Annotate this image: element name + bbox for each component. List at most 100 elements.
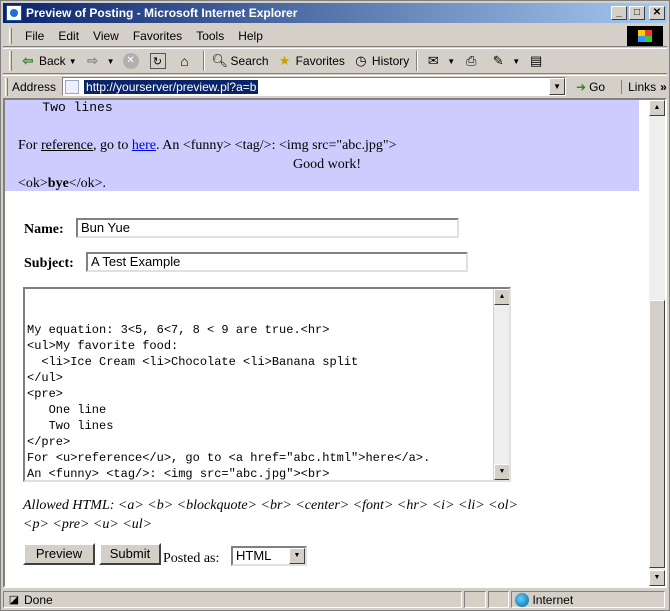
preview-button[interactable]: Preview (23, 543, 95, 565)
menu-edit[interactable]: Edit (51, 29, 86, 43)
preview-bold-text: bye (47, 176, 69, 191)
status-cell (487, 591, 510, 608)
stop-button[interactable]: ✕ (119, 50, 146, 72)
preview-link-line: For reference, go to here. An <funny> <t… (18, 138, 397, 154)
standard-toolbar: ⇦ Back ▼ ⇨ ▼ ✕ ↻ ⌂ 🔍︎ Search ★ Favorites… (3, 48, 667, 74)
allowed-html-note: Allowed HTML: <a> <b> <blockquote> <br> … (23, 496, 523, 534)
minimize-button[interactable]: _ (611, 6, 627, 20)
address-grip (5, 77, 8, 96)
message-text: My equation: 3<5, 6<7, 8 < 9 are true.<h… (27, 323, 431, 481)
refresh-icon: ↻ (149, 53, 166, 69)
address-dropdown-icon[interactable]: ▼ (549, 78, 566, 95)
page-done-icon: ◪ (8, 593, 20, 606)
address-input[interactable]: http://yourserver/preview.pl?a=b ▼ (62, 77, 567, 96)
zone-cell: Internet (511, 591, 665, 608)
maximize-button[interactable]: □ (629, 6, 645, 20)
menu-tools[interactable]: Tools (189, 29, 231, 43)
back-button[interactable]: ⇦ Back ▼ (16, 50, 81, 72)
status-text: Done (24, 592, 53, 607)
favorites-button[interactable]: ★ Favorites (273, 50, 349, 72)
history-button[interactable]: ◷ History (349, 50, 413, 72)
preview-here-link[interactable]: here (132, 138, 156, 153)
posted-as-label: Posted as: (163, 551, 220, 566)
address-url[interactable]: http://yourserver/preview.pl?a=b (84, 79, 259, 94)
posted-as-value: HTML (236, 548, 272, 563)
menu-grip (9, 27, 12, 44)
ie-page-icon (6, 5, 22, 21)
window-title: Preview of Posting - Microsoft Internet … (26, 6, 298, 20)
search-icon: 🔍︎ (211, 53, 229, 68)
mail-icon: ✉ (427, 53, 439, 68)
preview-text: <ok> (18, 176, 48, 191)
mail-button[interactable]: ✉ ▼ (421, 50, 459, 72)
edit-dropdown-icon[interactable]: ▼ (512, 57, 520, 66)
go-arrow-icon: ➜ (576, 79, 587, 94)
menu-bar: File Edit View Favorites Tools Help (3, 25, 667, 47)
discuss-button[interactable]: ▤ (524, 50, 551, 72)
preview-centered-text: Good work! (292, 157, 362, 172)
go-label: Go (589, 79, 606, 94)
menu-view[interactable]: View (86, 29, 126, 43)
submit-button[interactable]: Submit (99, 543, 161, 565)
status-bar: ◪ Done Internet (3, 590, 667, 609)
page-scroll-down-icon[interactable]: ▼ (649, 570, 665, 586)
preview-pre-line: Two lines (19, 100, 113, 115)
toolbar-separator (202, 51, 205, 71)
page-scroll-thumb[interactable] (649, 300, 665, 568)
textarea-scrollbar[interactable]: ▲ ▼ (493, 289, 509, 480)
back-arrow-icon: ⇦ (22, 53, 34, 68)
subject-input[interactable]: A Test Example (86, 252, 468, 272)
status-cell (463, 591, 486, 608)
name-input[interactable]: Bun Yue (76, 218, 459, 238)
allowed-html-label: Allowed HTML: (23, 498, 115, 513)
print-button[interactable]: ⎙ (459, 50, 486, 72)
scroll-up-icon[interactable]: ▲ (494, 289, 509, 305)
title-bar[interactable]: Preview of Posting - Microsoft Internet … (3, 3, 667, 23)
history-icon: ◷ (355, 53, 367, 68)
menu-help[interactable]: Help (231, 29, 270, 43)
web-page: Two lines For reference, go to here. An … (5, 100, 649, 586)
back-dropdown-icon[interactable]: ▼ (69, 57, 77, 66)
address-bar: Address http://yourserver/preview.pl?a=b… (3, 75, 667, 97)
posted-as-select[interactable]: HTML ▼ (231, 546, 307, 566)
zone-text: Internet (532, 592, 574, 607)
stop-icon: ✕ (122, 53, 139, 69)
address-label: Address (12, 79, 57, 94)
home-icon: ⌂ (180, 53, 189, 69)
forward-arrow-icon: ⇨ (87, 53, 99, 68)
preview-text: For (18, 138, 41, 153)
edit-icon: ✎ (492, 53, 504, 68)
search-label: Search (230, 54, 269, 68)
page-scroll-up-icon[interactable]: ▲ (649, 100, 665, 116)
preview-text: </ok>. (68, 176, 106, 191)
links-button[interactable]: Links» (621, 79, 667, 94)
page-icon (65, 79, 80, 94)
toolbar-separator (416, 51, 419, 71)
scroll-down-icon[interactable]: ▼ (494, 464, 509, 480)
print-icon: ⎙ (465, 53, 477, 68)
menu-favorites[interactable]: Favorites (126, 29, 189, 43)
forward-dropdown-icon[interactable]: ▼ (107, 57, 115, 66)
close-button[interactable]: ✕ (649, 6, 665, 20)
chevron-right-icon: » (660, 79, 667, 94)
search-button[interactable]: 🔍︎ Search (208, 50, 273, 72)
history-label: History (371, 54, 410, 68)
discuss-icon: ▤ (529, 53, 543, 68)
home-button[interactable]: ⌂ (173, 50, 200, 72)
edit-button[interactable]: ✎ ▼ (486, 50, 524, 72)
posting-preview: Two lines For reference, go to here. An … (5, 100, 639, 191)
mail-dropdown-icon[interactable]: ▼ (447, 57, 455, 66)
refresh-button[interactable]: ↻ (146, 50, 173, 72)
preview-underlined-text: reference (40, 138, 94, 153)
page-scrollbar[interactable]: ▲ ▼ (649, 100, 665, 586)
toolbar-grip (9, 51, 12, 71)
message-textarea[interactable]: My equation: 3<5, 6<7, 8 < 9 are true.<h… (23, 287, 511, 482)
windows-logo-icon (627, 26, 663, 46)
forward-button[interactable]: ⇨ ▼ (81, 50, 119, 72)
menu-file[interactable]: File (18, 29, 51, 43)
preview-text: . An <funny> <tag/>: <img src="abc.jpg"> (156, 138, 397, 153)
favorites-icon: ★ (278, 53, 291, 68)
go-button[interactable]: ➜ Go (576, 80, 605, 94)
select-dropdown-icon[interactable]: ▼ (289, 548, 305, 564)
status-text-cell: ◪ Done (3, 591, 462, 608)
